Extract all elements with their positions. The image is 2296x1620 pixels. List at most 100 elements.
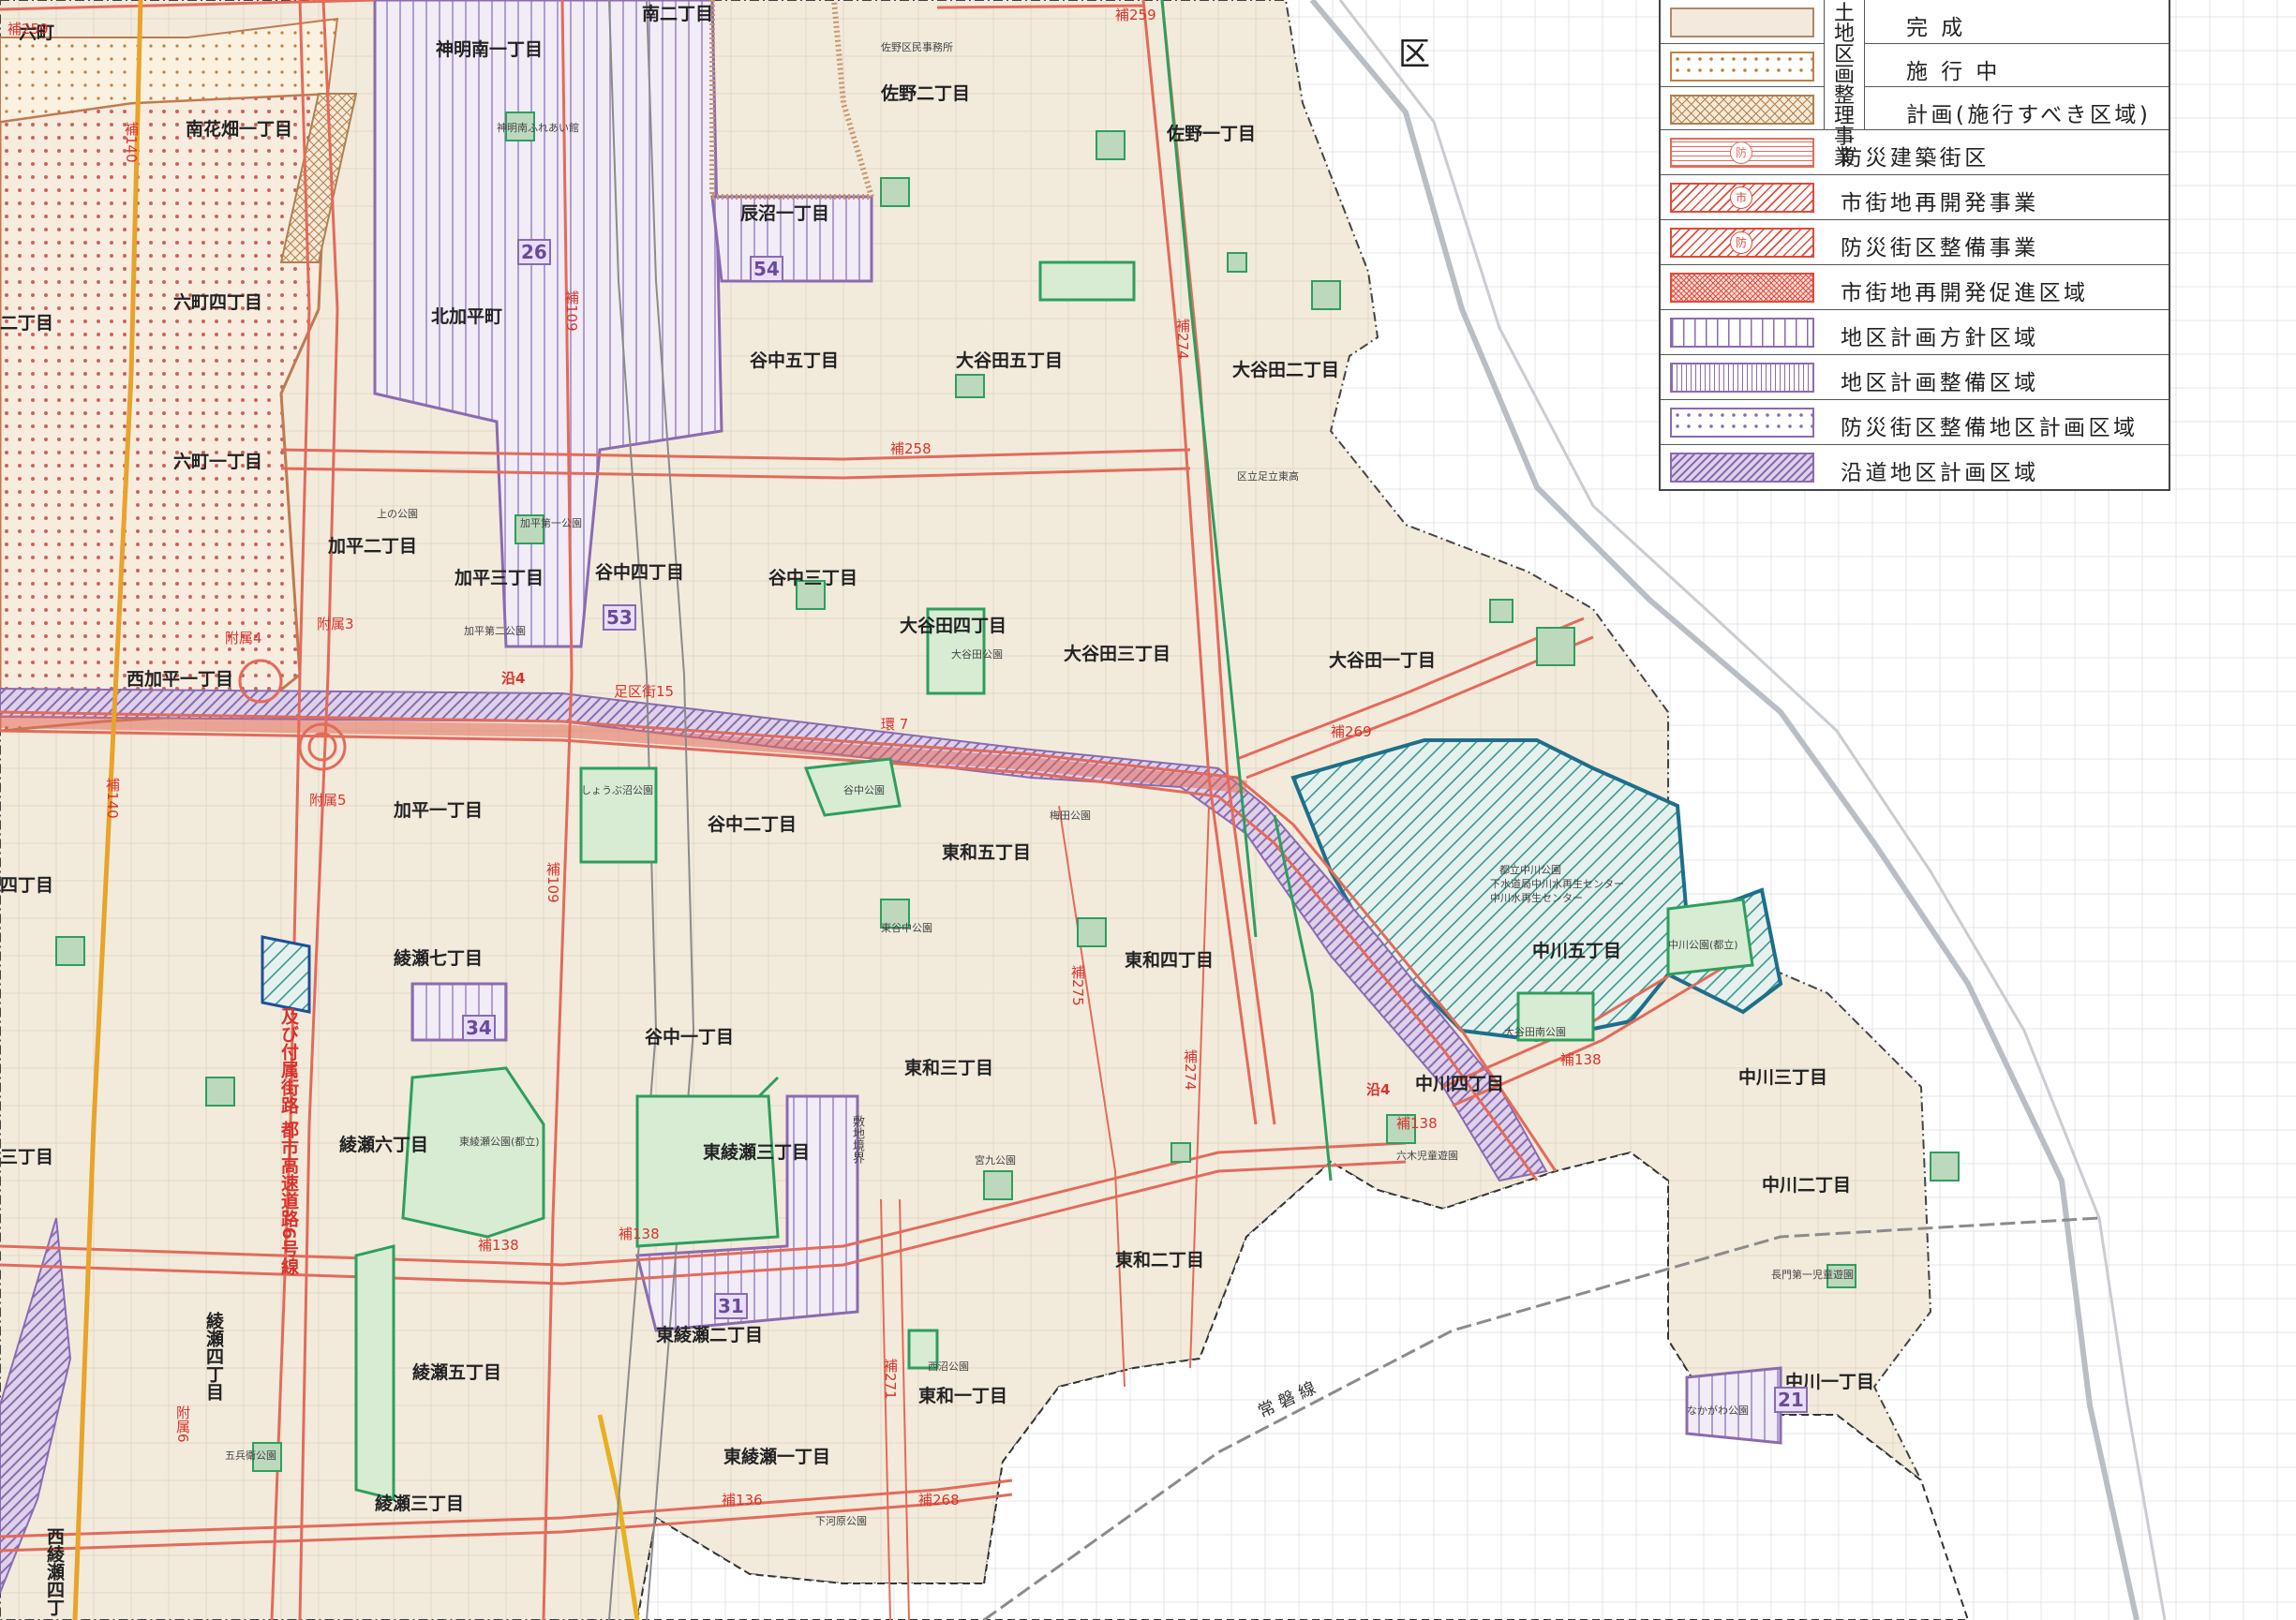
legend-row: 計画(施行すべき区域) (1661, 86, 2169, 130)
facility-rokuboku-playground: 六木児童遊園 (1396, 1150, 1458, 1162)
facility-yanaka-park: 谷中公園 (843, 784, 885, 796)
plan-badge-53: 53 (603, 604, 636, 631)
district-label: 六町四丁目 (173, 292, 263, 313)
legend-swatch (1670, 408, 1814, 438)
facility-shobunuma-park: しょうぶ沼公園 (581, 784, 653, 796)
road-label-ho138: 補138 (478, 1237, 519, 1254)
facility-sano-office: 佐野区民事務所 (881, 41, 953, 53)
district-label: 大谷田一丁目 (1329, 650, 1437, 671)
legend-swatch: 防 (1670, 228, 1814, 258)
district-label: 東和四丁目 (1125, 950, 1215, 971)
facility-higashiayase-park: 東綾瀬公園(都立) (459, 1136, 540, 1148)
plan-badge-34: 34 (462, 1015, 496, 1041)
legend-row: 防災街区整備地区計画区域 (1661, 399, 2169, 443)
road-label-fuzoku4: 附属4 (225, 630, 262, 647)
site-boundary-label: 敷地境界 (850, 1115, 864, 1164)
ward-label: 区 (1398, 36, 1430, 73)
road-label-ho259: 補259 (7, 21, 49, 37)
legend-swatch: 市 (1670, 183, 1814, 213)
road-label-kan7: 環 7 (881, 716, 909, 733)
district-label: 東和一丁目 (918, 1386, 1008, 1406)
legend-label: 施 行 中 (1906, 60, 2001, 84)
pump-station (261, 935, 311, 1014)
legend-row: 市 市街地再開発事業 (1661, 174, 2169, 218)
road-label-ho269: 補269 (1331, 723, 1372, 740)
road-label-ho109-mid: 補109 (544, 862, 561, 903)
legend-label: 防災建築街区 (1841, 146, 1990, 171)
district-label: 東和五丁目 (942, 842, 1032, 863)
road-label-ho140: 補140 (123, 122, 140, 163)
district-label: 佐野一丁目 (1167, 124, 1257, 144)
legend-swatch (1670, 318, 1814, 348)
legend: 完 成施 行 中計画(施行すべき区域) 防防災建築街区市市街地再開発事業防防災街区… (1659, 0, 2170, 491)
district-label: 中川四丁目 (1415, 1074, 1505, 1094)
road-label-en4-east: 沿4 (1366, 1081, 1391, 1098)
road-label-ho271: 補271 (882, 1359, 899, 1400)
facility-oyata-south-park: 大谷田南公園 (1504, 1026, 1566, 1038)
district-label: 東和二丁目 (1115, 1250, 1205, 1271)
legend-group-label: 土地区画整理事業 (1824, 0, 1865, 169)
facility-nakagawa-park: 中川公園(都立) (1668, 939, 1738, 951)
facility-umeda-park: 梅田公園 (1050, 810, 1091, 822)
legend-swatch-mark: 防 (1730, 231, 1752, 254)
road-label-ho258: 補258 (890, 440, 932, 457)
legend-swatch (1670, 363, 1814, 393)
facility-shinmeiminami-hall: 神明南ふれあい館 (497, 122, 579, 134)
district-label: 北加平町 (431, 306, 503, 327)
facility-water-center-2: 中川水再生センター (1490, 892, 1583, 904)
district-label: 加平三丁目 (455, 568, 544, 588)
facility-ue-park: 上の公園 (377, 508, 418, 520)
road-label-ho138-ne: 補138 (1560, 1051, 1602, 1068)
legend-label: 沿道地区計画区域 (1841, 461, 2039, 485)
district-label: 谷中三丁目 (768, 568, 858, 588)
district-label: 大谷田五丁目 (956, 350, 1064, 371)
legend-row: 沿道地区計画区域 (1661, 444, 2169, 488)
district-label: 辰沼一丁目 (740, 203, 830, 224)
plan-badge-31: 31 (714, 1293, 748, 1319)
district-label: 西綾瀬四丁 (44, 1527, 65, 1616)
expressway-label: 及び付属街路 都市高速道路6号線 (278, 1007, 299, 1275)
facility-miyaku-park: 宮九公園 (975, 1154, 1016, 1167)
road-label-ho275: 補275 (1069, 965, 1086, 1006)
road-label-ho109: 補109 (563, 290, 580, 332)
legend-swatch-mark: 防 (1730, 141, 1752, 164)
district-label: 谷中五丁目 (750, 350, 840, 371)
legend-swatch (1670, 95, 1814, 125)
facility-oyata-park: 大谷田公園 (951, 648, 1003, 661)
district-label: 四丁目 (0, 875, 54, 896)
legend-row: 施 行 中 (1661, 43, 2169, 87)
legend-swatch (1670, 273, 1814, 303)
road-label-fuzoku3: 附属3 (317, 616, 354, 632)
facility-nakagawa-park-metro: 都立中川公園 (1499, 864, 1561, 876)
district-label: 谷中二丁目 (708, 814, 798, 835)
district-label: 綾瀬四丁目 (203, 1312, 224, 1401)
district-label: 三丁目 (0, 1147, 54, 1167)
plan-badge-26: 26 (517, 239, 551, 265)
road-label-en4: 沿4 (501, 670, 526, 687)
legend-row: 完 成 (1661, 0, 2169, 43)
legend-label: 地区計画方針区域 (1841, 326, 2039, 350)
legend-swatch-mark: 市 (1730, 186, 1752, 209)
plan-badge-54: 54 (750, 256, 783, 282)
legend-label: 計画(施行すべき区域) (1906, 103, 2152, 127)
facility-gohee-park: 五兵衛公園 (225, 1449, 276, 1462)
district-label: 南花畑一丁目 (186, 119, 293, 140)
facility-higashiyanaka-park: 東谷中公園 (881, 922, 932, 934)
district-label: 南二丁目 (642, 4, 714, 24)
legend-label: 防災街区整備事業 (1841, 236, 2039, 260)
district-label: 西加平一丁目 (127, 669, 234, 690)
facility-adachi-higashi-high: 区立足立東高 (1237, 470, 1299, 483)
district-label: 綾瀬三丁目 (375, 1494, 465, 1514)
district-label: 六町一丁目 (173, 452, 263, 472)
facility-nakagawa-small-park: なかがわ公園 (1687, 1404, 1749, 1417)
district-label: 綾瀬五丁目 (412, 1362, 502, 1383)
district-label: 綾瀬七丁目 (394, 948, 484, 969)
district-label: 綾瀬六丁目 (339, 1135, 429, 1155)
district-label: 二丁目 (0, 313, 54, 334)
facility-kahei1-park: 加平第一公園 (520, 517, 582, 529)
district-label: 大谷田四丁目 (900, 616, 1007, 636)
dotted-area-west (0, 92, 330, 733)
legend-row: 防 防災建築街区 (1661, 129, 2169, 173)
road-label-ho268: 補268 (918, 1492, 960, 1509)
district-label: 神明南一丁目 (436, 39, 544, 60)
